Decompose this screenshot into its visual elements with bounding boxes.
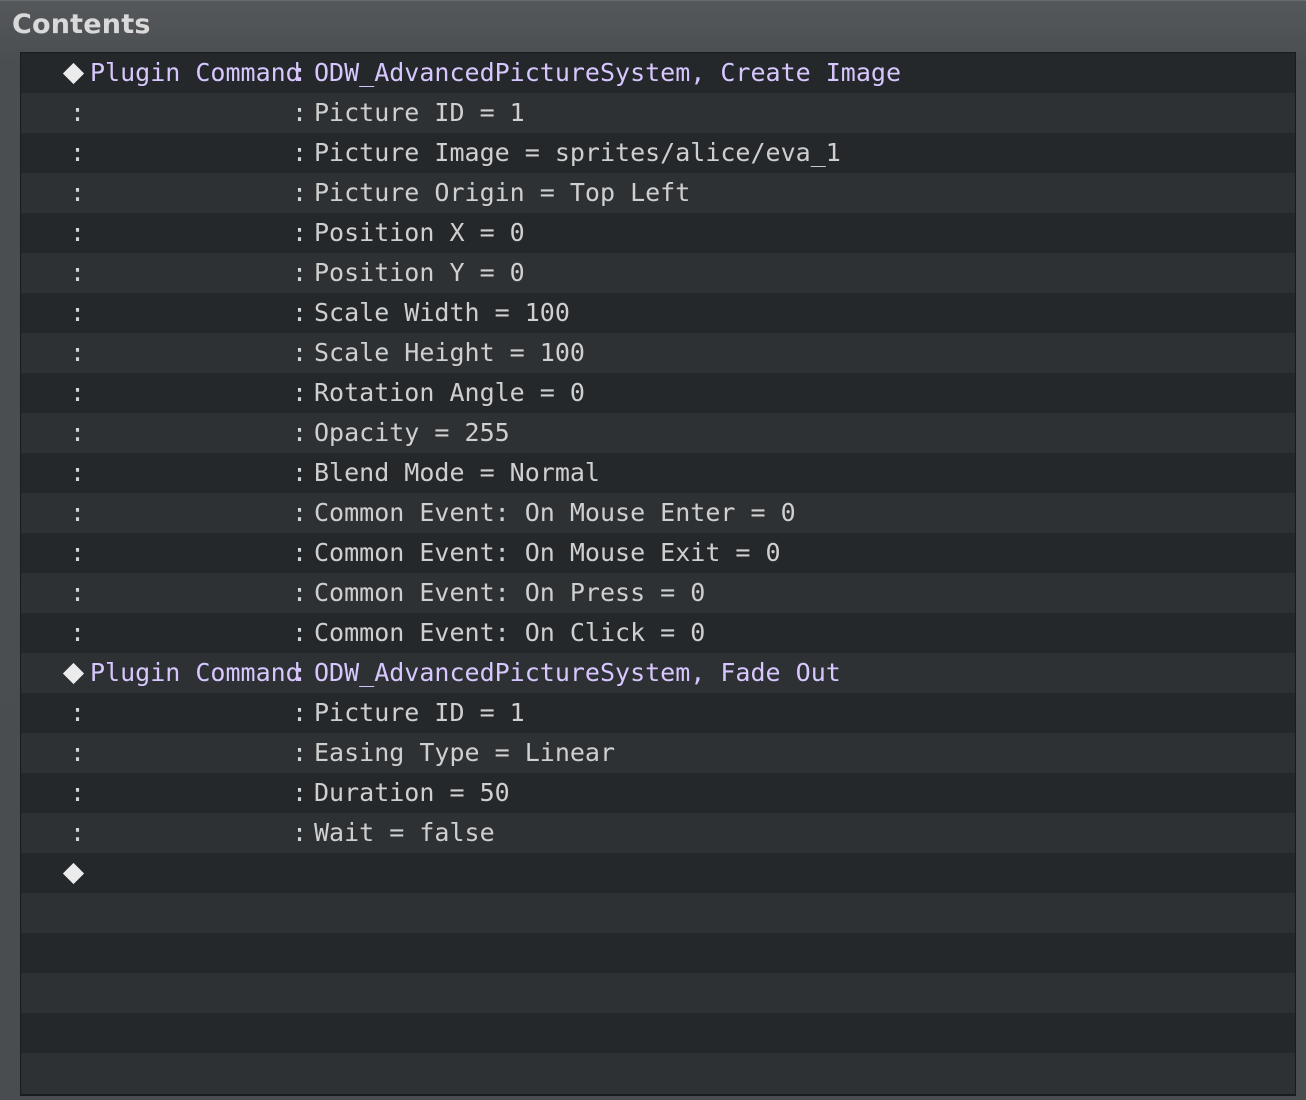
blank-row [21,1053,1295,1093]
parameter-row[interactable]: :: Scale Width = 100 [21,293,1295,333]
parameter-separator: : [292,138,308,167]
continuation-marker: : [70,338,86,367]
parameter-text: Duration = 50 [314,778,510,807]
continuation-marker: : [70,618,86,647]
continuation-marker: : [70,298,86,327]
continuation-marker: : [70,778,86,807]
parameter-separator: : [292,218,308,247]
diamond-icon [62,662,85,685]
parameter-separator: : [292,498,308,527]
parameter-row[interactable]: :: Common Event: On Mouse Enter = 0 [21,493,1295,533]
parameter-row[interactable]: :: Picture ID = 1 [21,93,1295,133]
parameter-row[interactable]: :: Duration = 50 [21,773,1295,813]
parameter-text: Common Event: On Click = 0 [314,618,706,647]
parameter-row[interactable]: :: Easing Type = Linear [21,733,1295,773]
parameter-row[interactable]: :: Common Event: On Press = 0 [21,573,1295,613]
blank-row [21,933,1295,973]
parameter-text: Common Event: On Mouse Exit = 0 [314,538,781,567]
parameter-separator: : [292,178,308,207]
parameter-text: Blend Mode = Normal [314,458,600,487]
empty-command-row[interactable] [21,853,1295,893]
continuation-marker: : [70,418,86,447]
parameter-row[interactable]: :: Picture ID = 1 [21,693,1295,733]
parameter-separator: : [292,418,308,447]
command-separator: : [292,658,308,687]
parameter-row[interactable]: :: Picture Origin = Top Left [21,173,1295,213]
continuation-marker: : [70,378,86,407]
parameter-text: Common Event: On Press = 0 [314,578,706,607]
continuation-marker: : [70,138,86,167]
parameter-text: Position Y = 0 [314,258,525,287]
command-label: Plugin Command [90,58,301,87]
parameter-separator: : [292,618,308,647]
parameter-row[interactable]: :: Opacity = 255 [21,413,1295,453]
continuation-marker: : [70,458,86,487]
diamond-icon [62,62,85,85]
contents-panel: Contents Plugin Command: ODW_AdvancedPict… [0,0,1306,1100]
parameter-text: Picture Origin = Top Left [314,178,691,207]
continuation-marker: : [70,578,86,607]
parameter-separator: : [292,338,308,367]
parameter-separator: : [292,578,308,607]
command-label: Plugin Command [90,658,301,687]
continuation-marker: : [70,698,86,727]
parameter-text: Easing Type = Linear [314,738,616,767]
command-row[interactable]: Plugin Command: ODW_AdvancedPictureSystem… [21,53,1295,93]
parameter-row[interactable]: :: Common Event: On Mouse Exit = 0 [21,533,1295,573]
parameter-separator: : [292,778,308,807]
parameter-text: Wait = false [314,818,495,847]
parameter-text: Picture ID = 1 [314,698,525,727]
diamond-icon [62,862,85,885]
panel-title: Contents [12,9,151,40]
parameter-text: Scale Height = 100 [314,338,585,367]
command-row[interactable]: Plugin Command: ODW_AdvancedPictureSystem… [21,653,1295,693]
parameter-text: Scale Width = 100 [314,298,570,327]
continuation-marker: : [70,218,86,247]
continuation-marker: : [70,498,86,527]
parameter-row[interactable]: :: Position X = 0 [21,213,1295,253]
continuation-marker: : [70,818,86,847]
blank-row [21,893,1295,933]
parameter-separator: : [292,378,308,407]
continuation-marker: : [70,178,86,207]
parameter-row[interactable]: :: Position Y = 0 [21,253,1295,293]
parameter-row[interactable]: :: Common Event: On Click = 0 [21,613,1295,653]
blank-row [21,973,1295,1013]
parameter-row[interactable]: :: Rotation Angle = 0 [21,373,1295,413]
parameter-text: Picture ID = 1 [314,98,525,127]
parameter-separator: : [292,738,308,767]
parameter-separator: : [292,698,308,727]
parameter-separator: : [292,258,308,287]
continuation-marker: : [70,98,86,127]
parameter-text: Common Event: On Mouse Enter = 0 [314,498,796,527]
parameter-row[interactable]: :: Wait = false [21,813,1295,853]
event-command-list[interactable]: Plugin Command: ODW_AdvancedPictureSystem… [20,52,1296,1096]
parameter-row[interactable]: :: Picture Image = sprites/alice/eva_1 [21,133,1295,173]
parameter-separator: : [292,98,308,127]
parameter-separator: : [292,538,308,567]
parameter-text: Position X = 0 [314,218,525,247]
parameter-separator: : [292,818,308,847]
parameter-text: Opacity = 255 [314,418,510,447]
parameter-separator: : [292,458,308,487]
continuation-marker: : [70,738,86,767]
command-text: ODW_AdvancedPictureSystem, Create Image [314,58,901,87]
continuation-marker: : [70,538,86,567]
parameter-text: Rotation Angle = 0 [314,378,585,407]
command-separator: : [292,58,308,87]
parameter-row[interactable]: :: Scale Height = 100 [21,333,1295,373]
command-text: ODW_AdvancedPictureSystem, Fade Out [314,658,841,687]
blank-row [21,1013,1295,1053]
parameter-separator: : [292,298,308,327]
parameter-text: Picture Image = sprites/alice/eva_1 [314,138,841,167]
parameter-row[interactable]: :: Blend Mode = Normal [21,453,1295,493]
continuation-marker: : [70,258,86,287]
